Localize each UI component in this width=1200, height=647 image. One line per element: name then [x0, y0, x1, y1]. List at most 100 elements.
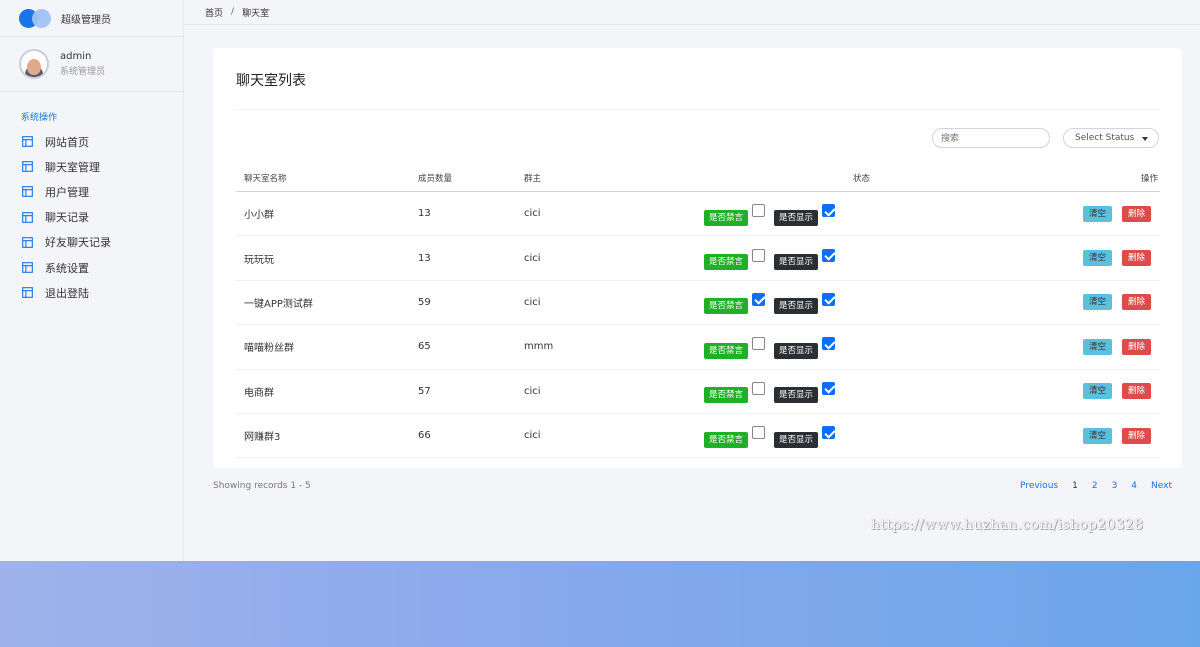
chatroom-table: 聊天室名称 成员数量 群主 状态 操作 小小群 13 cici 是否禁言 是否显示 清空删… — [236, 165, 1160, 459]
show-label: 是否显示 — [774, 298, 819, 315]
clear-button[interactable]: 清空 — [1082, 338, 1112, 355]
clear-button[interactable]: 清空 — [1082, 427, 1112, 444]
table-row: 网赚群3 66 cici 是否禁言 是否显示 清空 删除 — [236, 413, 1160, 459]
mute-checkbox[interactable] — [752, 381, 766, 395]
chatroom-card: 聊天室列表 Select Status 聊天室名称 成员数量 群主 状态 操作 … — [213, 48, 1182, 468]
mute-label: 是否禁言 — [704, 298, 749, 315]
cell-owner: mmm — [524, 324, 694, 370]
cell-ops: 清空 删除 — [1009, 280, 1160, 326]
sidebar-item-5[interactable]: 系统设置 — [0, 255, 183, 280]
header-owner: 群主 — [524, 165, 694, 192]
mute-checkbox[interactable] — [752, 248, 766, 262]
pagination-page[interactable]: 1 — [1072, 481, 1078, 491]
page-title: 聊天室列表 — [236, 73, 306, 89]
sidebar-item-6[interactable]: 退出登陆 — [0, 280, 183, 305]
show-checkbox[interactable] — [822, 292, 836, 306]
delete-button[interactable]: 删除 — [1121, 250, 1151, 267]
caret-down-icon — [1142, 137, 1148, 141]
user-name: admin — [60, 51, 92, 62]
cell-status: 是否禁言 是否显示 — [694, 324, 1009, 370]
delete-button[interactable]: 删除 — [1121, 427, 1151, 444]
background-gradient — [0, 561, 1200, 647]
cell-status: 是否禁言 是否显示 — [694, 280, 1009, 326]
show-checkbox[interactable] — [822, 426, 836, 440]
table-row: 喵喵粉丝群 65 mmm 是否禁言 是否显示 清空 删除 — [236, 324, 1160, 370]
clear-button[interactable]: 清空 — [1082, 294, 1112, 311]
cell-owner: cici — [524, 369, 694, 414]
cell-name: 喵喵粉丝群 — [236, 324, 418, 370]
sidebar-item-1[interactable]: 聊天室管理 — [0, 154, 183, 179]
header-members: 成员数量 — [418, 165, 524, 192]
brand-title: 超级管理员 — [61, 14, 111, 26]
brand-logo — [19, 8, 55, 28]
show-checkbox[interactable] — [822, 248, 836, 262]
breadcrumb-home[interactable]: 首页 — [205, 6, 223, 19]
cell-owner: cici — [524, 413, 694, 459]
sidebar-item-label: 退出登陆 — [45, 286, 89, 300]
show-label: 是否显示 — [774, 342, 819, 359]
table-row: 电商群 57 cici 是否禁言 是否显示 清空 删除 — [236, 369, 1160, 414]
user-panel: admin 系统管理员 — [0, 37, 183, 92]
layout-icon — [22, 262, 33, 273]
header-name: 聊天室名称 — [236, 165, 418, 192]
pagination: Previous 1 2 3 4 Next — [1006, 481, 1172, 491]
show-checkbox[interactable] — [822, 381, 836, 395]
avatar[interactable] — [19, 49, 49, 79]
sidebar-item-4[interactable]: 好友聊天记录 — [0, 230, 183, 255]
mute-checkbox[interactable] — [752, 292, 766, 306]
app: 超级管理员 admin 系统管理员 系统操作 网站首页 聊天室管理用户管理聊天记录… — [0, 0, 1200, 561]
delete-button[interactable]: 删除 — [1121, 383, 1151, 400]
table-header-row: 聊天室名称 成员数量 群主 状态 操作 — [236, 165, 1160, 192]
mute-label: 是否禁言 — [704, 342, 749, 359]
pagination-page[interactable]: 2 — [1092, 481, 1098, 491]
records-info: Showing records 1 - 5 — [213, 481, 311, 491]
layout-icon — [22, 211, 33, 223]
sidebar-item-2[interactable]: 用户管理 — [0, 179, 183, 204]
user-role: 系统管理员 — [60, 67, 106, 77]
layout-icon — [22, 287, 33, 299]
sidebar-item-label: 好友聊天记录 — [45, 236, 111, 250]
search-input[interactable] — [932, 128, 1050, 148]
pagination-previous[interactable]: Previous — [1020, 481, 1058, 491]
pagination-page[interactable]: 3 — [1112, 481, 1118, 491]
mute-checkbox[interactable] — [752, 337, 766, 351]
header-status: 状态 — [694, 165, 1009, 192]
cell-name: 玩玩玩 — [236, 235, 418, 281]
breadcrumb-separator: / — [231, 7, 235, 17]
breadcrumb-current: 聊天室 — [242, 8, 270, 19]
clear-button[interactable]: 清空 — [1082, 250, 1112, 267]
cell-members: 13 — [418, 191, 524, 237]
cell-name: 小小群 — [236, 191, 418, 237]
clear-button[interactable]: 清空 — [1082, 383, 1112, 400]
sidebar-item-0[interactable]: 网站首页 — [0, 129, 183, 154]
layout-icon — [22, 161, 33, 173]
divider — [236, 109, 1159, 110]
sidebar-item-label: 用户管理 — [45, 185, 89, 199]
show-checkbox[interactable] — [822, 204, 836, 218]
pagination-page[interactable]: 4 — [1131, 481, 1137, 491]
brand[interactable]: 超级管理员 — [0, 0, 183, 37]
show-label: 是否显示 — [774, 254, 819, 271]
pagination-next[interactable]: Next — [1151, 481, 1172, 491]
delete-button[interactable]: 删除 — [1121, 205, 1151, 222]
clear-button[interactable]: 清空 — [1082, 205, 1112, 222]
cell-members: 66 — [418, 413, 524, 459]
table-row: 玩玩玩 13 cici 是否禁言 是否显示 清空 删除 — [236, 235, 1160, 281]
show-checkbox[interactable] — [822, 337, 836, 351]
sidebar-item-3[interactable]: 聊天记录 — [0, 205, 183, 230]
show-label: 是否显示 — [774, 387, 819, 404]
status-select[interactable]: Select Status — [1063, 128, 1159, 148]
layout-icon — [22, 236, 33, 248]
nav-section-title: 系统操作 — [21, 113, 58, 123]
table-row: 一键APP测试群 59 cici 是否禁言 是否显示 清空 删除 — [236, 280, 1160, 326]
mute-label: 是否禁言 — [704, 431, 749, 448]
mute-checkbox[interactable] — [752, 426, 766, 440]
delete-button[interactable]: 删除 — [1121, 294, 1151, 311]
cell-name: 电商群 — [236, 369, 418, 414]
cell-status: 是否禁言 是否显示 — [694, 235, 1009, 281]
cell-owner: cici — [524, 280, 694, 326]
layout-icon — [22, 136, 33, 147]
mute-checkbox[interactable] — [752, 204, 766, 218]
delete-button[interactable]: 删除 — [1121, 338, 1151, 355]
cell-ops: 清空 删除 — [1009, 369, 1160, 414]
